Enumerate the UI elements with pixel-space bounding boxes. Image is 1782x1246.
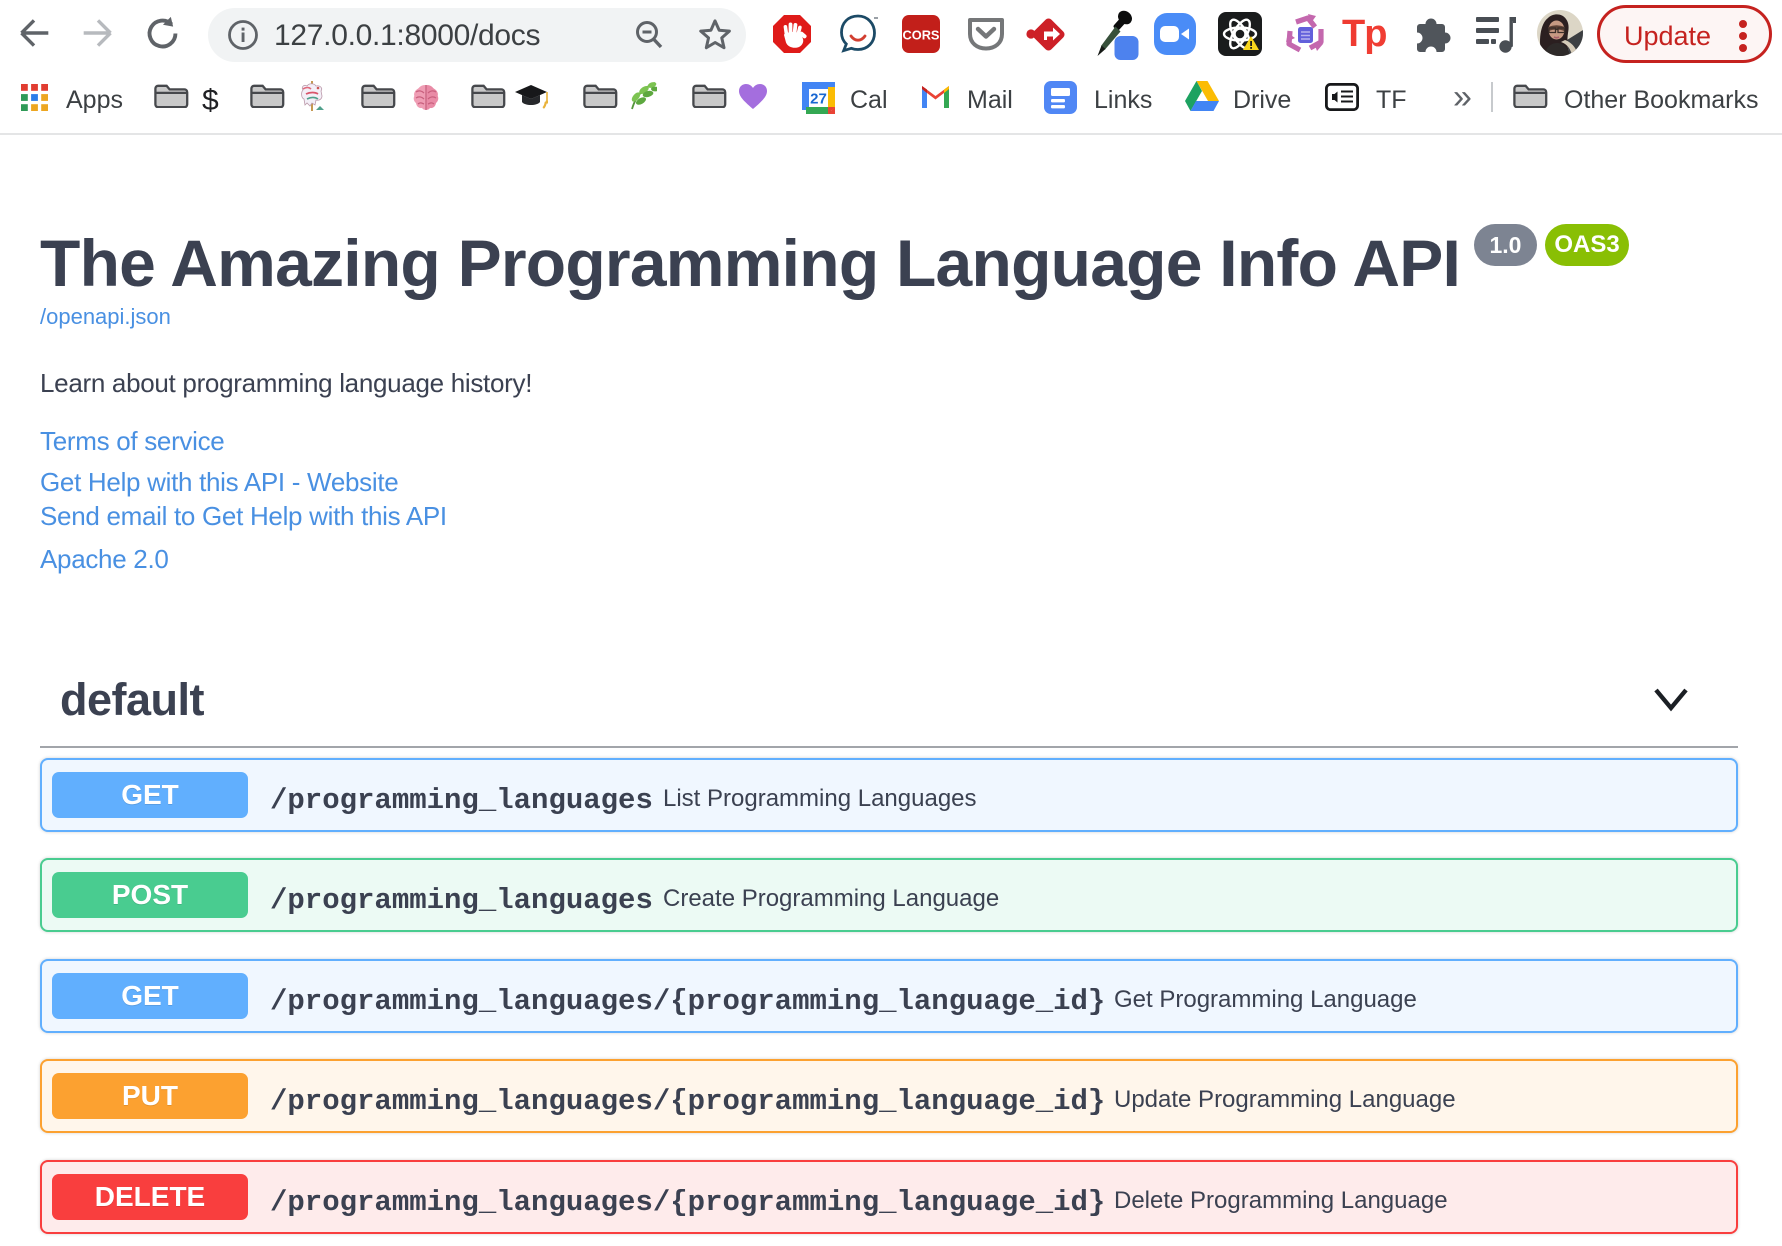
svg-text:CORS: CORS — [903, 28, 940, 43]
svg-text:27: 27 — [810, 91, 827, 108]
